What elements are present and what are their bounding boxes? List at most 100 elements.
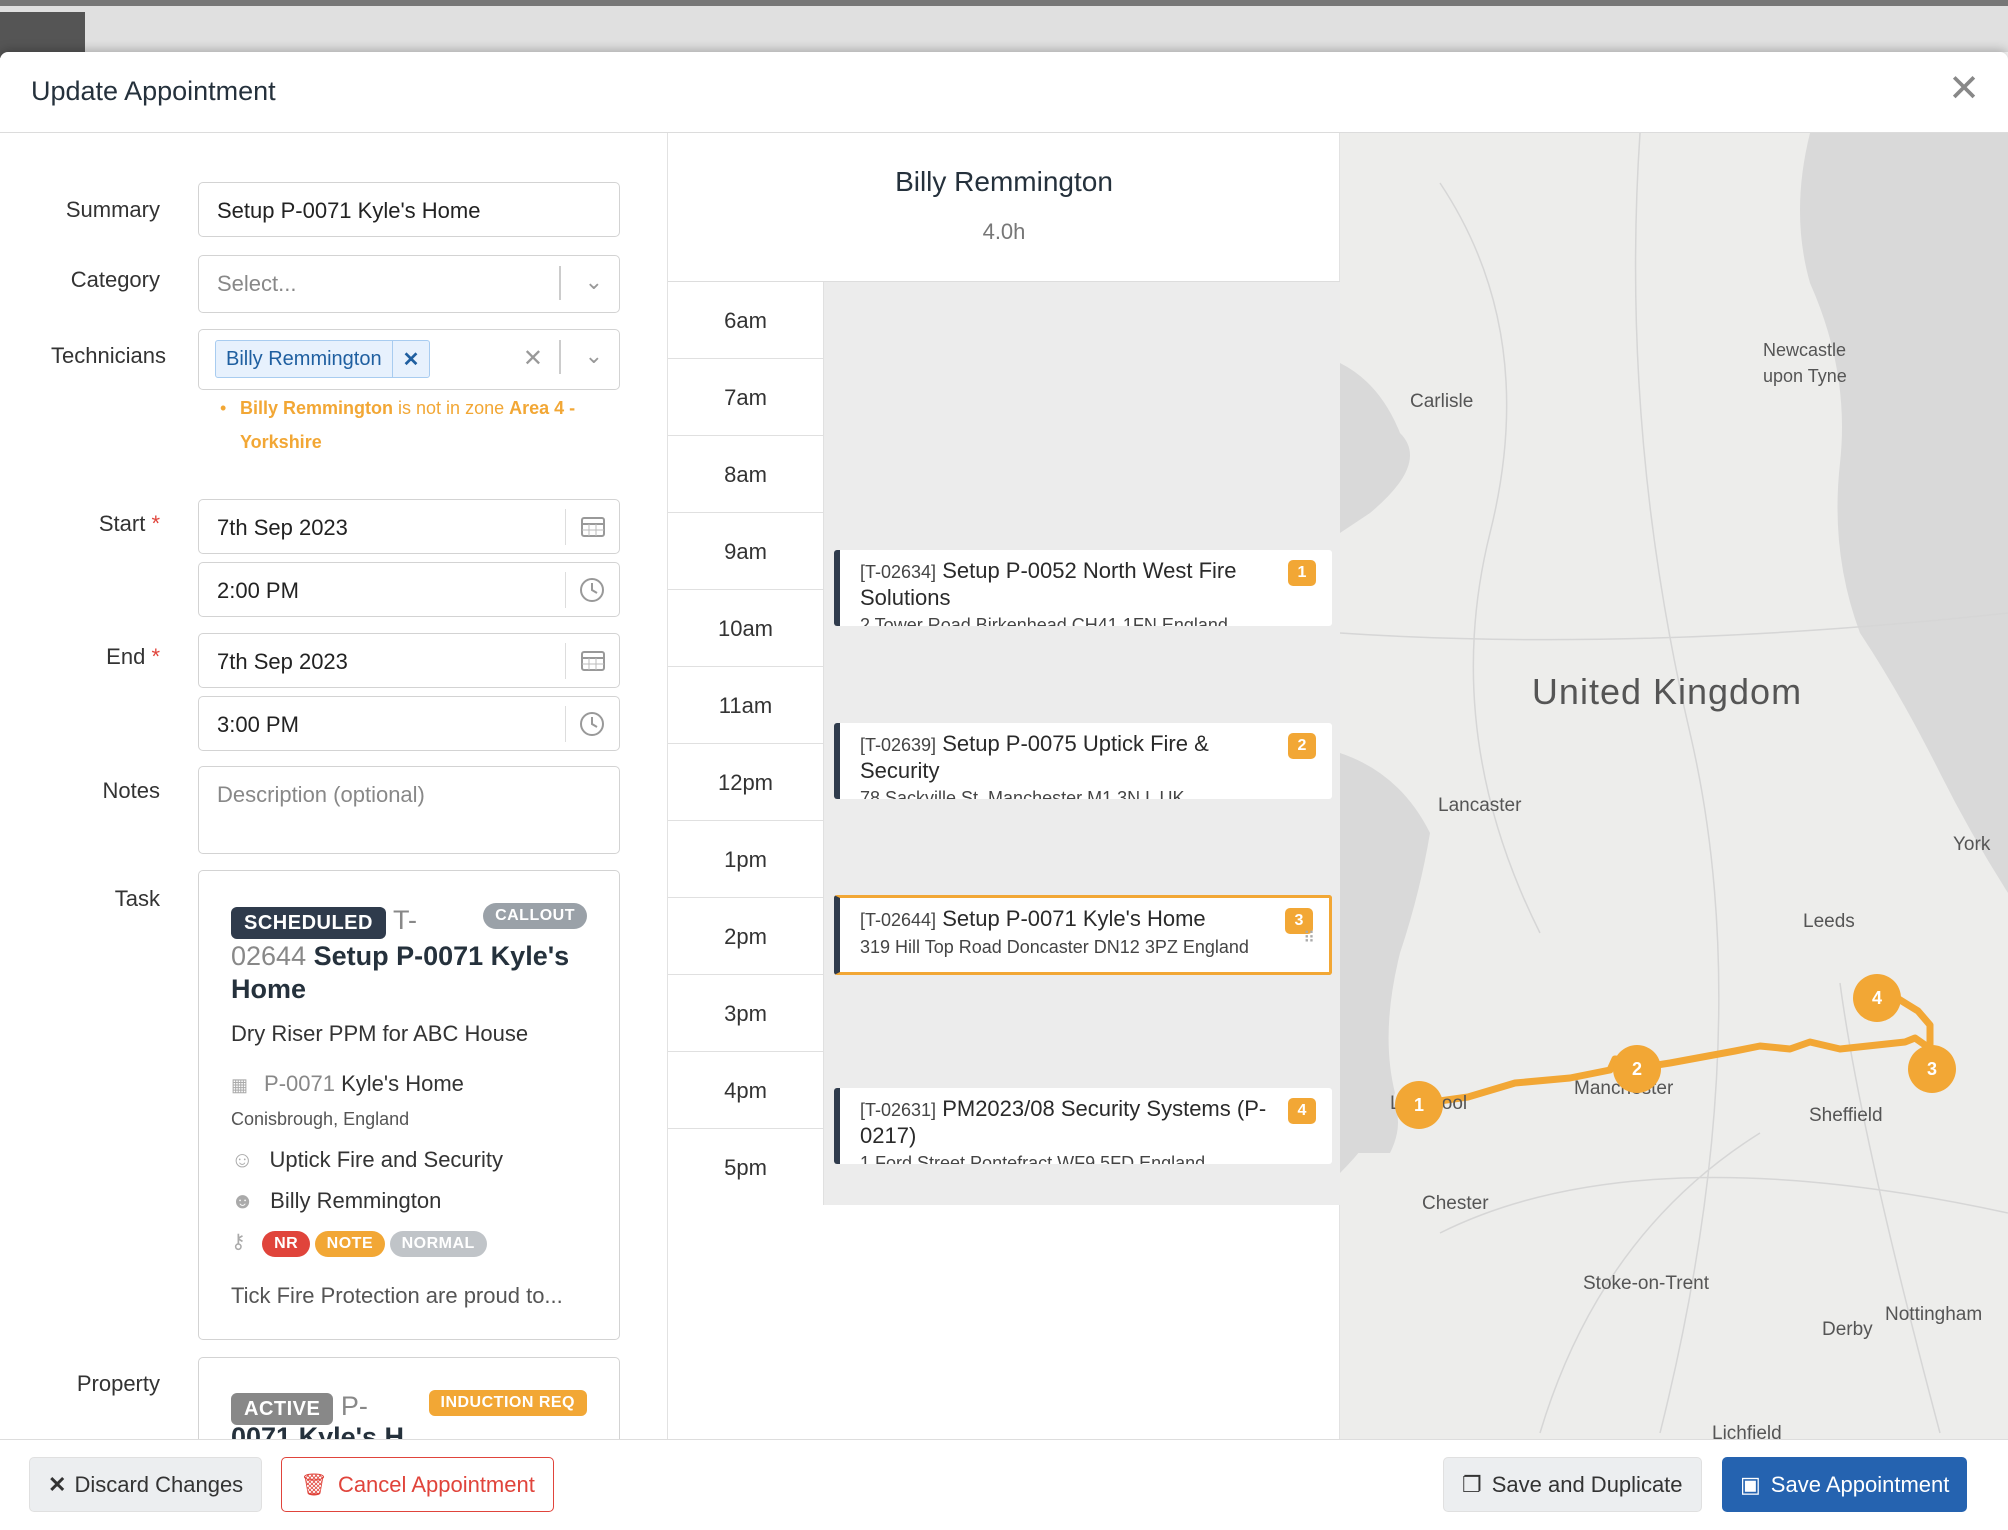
update-appointment-modal: Update Appointment ✕ Summary Setup P-007… <box>0 52 2008 1530</box>
event-id: [T-02631] <box>860 1100 937 1120</box>
task-description: Dry Riser PPM for ABC House <box>231 1021 529 1046</box>
task-location: Conisbrough, England <box>231 1109 410 1129</box>
save-label: Save Appointment <box>1770 1471 1950 1497</box>
task-tags: ⚷ NR NOTE NORMAL <box>231 1229 487 1257</box>
time-slot: 4pm <box>668 1052 823 1129</box>
category-placeholder: Select... <box>217 271 297 296</box>
chevron-down-icon[interactable]: ⌄ <box>585 269 603 295</box>
time-slot: 12pm <box>668 744 823 821</box>
induction-badge: INDUCTION REQ <box>428 1390 587 1416</box>
end-label: End * <box>106 644 160 669</box>
time-slot: 11am <box>668 667 823 744</box>
map-place-sheffield: Sheffield <box>1809 1105 1883 1126</box>
event-number: 2 <box>1288 733 1316 759</box>
time-slot: 10am <box>668 590 823 667</box>
technician-icon: ☻ <box>231 1188 255 1213</box>
schedule-hours: 4.0h <box>982 219 1026 244</box>
task-notes: Tick Fire Protection are proud to... <box>231 1283 563 1308</box>
warning-text: is not in zone <box>398 398 505 418</box>
time-slot: 7am <box>668 359 823 436</box>
modal-header: Update Appointment ✕ <box>0 52 2008 133</box>
time-slot: 2pm <box>668 898 823 975</box>
technician-tag: Billy Remmington ✕ <box>215 340 431 378</box>
task-id: 02644 <box>231 941 307 971</box>
warning-tech: Billy Remmington <box>240 398 394 418</box>
property-code: P-0071 <box>264 1071 335 1096</box>
map-place-york: York <box>1953 834 1991 855</box>
task-property: ▦ P-0071 Kyle's Home <box>231 1071 464 1097</box>
map-place-nottingham: Nottingham <box>1885 1304 1983 1325</box>
technician-name: Billy Remmington <box>270 1188 442 1213</box>
schedule-event-selected[interactable]: [T-02644] Setup P-0071 Kyle's Home 319 H… <box>834 895 1332 975</box>
appointment-form: Summary Setup P-0071 Kyle's Home Categor… <box>0 133 668 1439</box>
notes-label: Notes <box>102 778 160 803</box>
start-time-input[interactable]: 2:00 PM <box>198 562 620 617</box>
event-address: 1 Ford Street Pontefract WF9 5FD England <box>860 1153 1206 1164</box>
task-card[interactable]: SCHEDULED T- 02644 Setup P-0071 Kyle's H… <box>198 870 620 1340</box>
technicians-label: Technicians <box>51 343 166 368</box>
map-marker[interactable]: 4 <box>1853 974 1901 1022</box>
clear-icon[interactable]: ✕ <box>523 344 543 373</box>
map-place-lichfield: Lichfield <box>1712 1423 1782 1439</box>
tag-nr: NR <box>262 1231 311 1257</box>
map-place-newcastle: Newcastle upon Tyne <box>1763 340 1847 386</box>
save-appointment-button[interactable]: ▣ Save Appointment <box>1722 1457 1968 1512</box>
chevron-down-icon[interactable]: ⌄ <box>585 343 603 369</box>
map-marker[interactable]: 3 <box>1908 1045 1956 1093</box>
drag-handle-icon[interactable]: ⠿ <box>1303 926 1315 952</box>
end-time-value: 3:00 PM <box>217 712 299 737</box>
cancel-appointment-button[interactable]: 🗑 Cancel Appointment <box>281 1457 554 1512</box>
end-date-input[interactable]: 7th Sep 2023 <box>198 633 620 688</box>
summary-input[interactable]: Setup P-0071 Kyle's Home <box>198 182 620 237</box>
clock-icon[interactable] <box>565 706 619 742</box>
task-label: Task <box>114 886 160 911</box>
discard-changes-button[interactable]: ✕ Discard Changes <box>29 1457 263 1512</box>
start-date-input[interactable]: 7th Sep 2023 <box>198 499 620 554</box>
calendar-icon[interactable] <box>565 643 619 679</box>
remove-tag-icon[interactable]: ✕ <box>391 341 430 377</box>
save-icon: ▣ <box>1740 1471 1761 1497</box>
modal-title: Update Appointment <box>31 76 276 106</box>
map-marker[interactable]: 1 <box>1395 1081 1443 1129</box>
schedule-event[interactable]: [T-02639] Setup P-0075 Uptick Fire & Sec… <box>834 723 1332 799</box>
property-id: P- <box>340 1391 368 1421</box>
event-address: 319 Hill Top Road Doncaster DN12 3PZ Eng… <box>860 937 1249 957</box>
task-customer: ☺ Uptick Fire and Security <box>231 1147 503 1173</box>
start-time-value: 2:00 PM <box>217 578 299 603</box>
discard-label: Discard Changes <box>74 1471 244 1497</box>
technicians-select[interactable]: Billy Remmington ✕ ✕ ⌄ <box>198 329 620 390</box>
start-date-value: 7th Sep 2023 <box>217 515 348 540</box>
route-map[interactable]: United Kingdom Newcastle upon Tyne Carli… <box>1340 133 2008 1439</box>
tag-note: NOTE <box>314 1231 386 1257</box>
time-slot: 1pm <box>668 821 823 898</box>
end-time-input[interactable]: 3:00 PM <box>198 696 620 751</box>
map-place-stoke: Stoke-on-Trent <box>1583 1273 1710 1294</box>
map-place-lancaster: Lancaster <box>1438 795 1522 816</box>
modal-footer: ✕ Discard Changes 🗑 Cancel Appointment ❐ Sa… <box>0 1439 2008 1530</box>
close-icon[interactable]: ✕ <box>1948 70 1980 108</box>
cancel-label: Cancel Appointment <box>337 1471 535 1497</box>
calendar-icon[interactable] <box>565 509 619 545</box>
clock-icon[interactable] <box>565 572 619 608</box>
schedule-event[interactable]: [T-02634] Setup P-0052 North West Fire S… <box>834 550 1332 626</box>
task-type-badge: CALLOUT <box>483 903 587 929</box>
category-label: Category <box>70 267 160 292</box>
notes-textarea[interactable]: Description (optional) <box>198 766 620 854</box>
time-slot: 5pm <box>724 1155 767 1180</box>
save-and-duplicate-button[interactable]: ❐ Save and Duplicate <box>1443 1457 1702 1512</box>
map-marker[interactable]: 2 <box>1613 1045 1661 1093</box>
technician-schedule: Billy Remmington 4.0h 6am 7am 8am 9am 10… <box>668 133 1340 1439</box>
schedule-technician-name: Billy Remmington <box>895 166 1113 197</box>
end-date-value: 7th Sep 2023 <box>217 649 348 674</box>
map-canvas <box>1340 133 2008 1434</box>
property-card[interactable]: ACTIVE P- 0071 Kyle's H INDUCTION REQ <box>198 1357 620 1439</box>
end-label-text: End <box>106 644 146 669</box>
task-technician: ☻ Billy Remmington <box>231 1188 441 1214</box>
save-dup-label: Save and Duplicate <box>1491 1471 1683 1497</box>
event-title: Setup P-0071 Kyle's Home <box>942 906 1206 931</box>
schedule-event[interactable]: [T-02631] PM2023/08 Security Systems (P-… <box>834 1088 1332 1164</box>
customer-name: Uptick Fire and Security <box>269 1147 503 1172</box>
event-id: [T-02634] <box>860 562 937 582</box>
key-icon: ⚷ <box>231 1231 246 1253</box>
category-select[interactable]: Select... ⌄ <box>198 255 620 313</box>
